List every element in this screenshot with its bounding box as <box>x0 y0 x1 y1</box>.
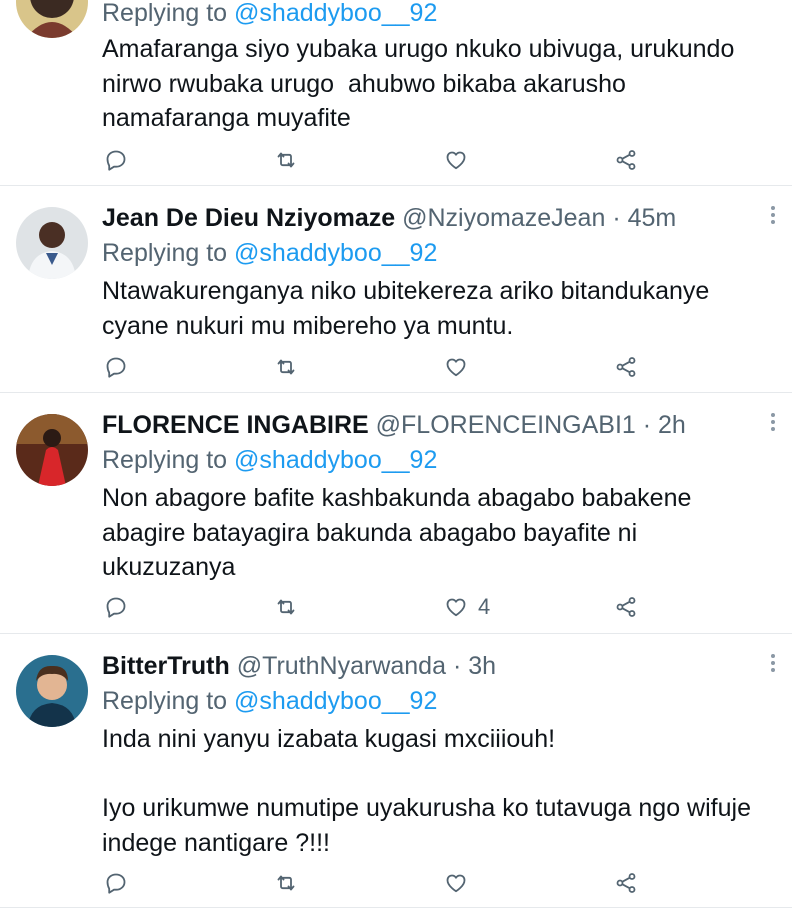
share-button[interactable] <box>614 593 638 621</box>
mention-link[interactable]: @shaddyboo__92 <box>234 239 437 267</box>
heart-icon <box>446 598 466 617</box>
replying-to: Replying to @shaddyboo__92 <box>102 0 438 27</box>
heart-icon <box>446 874 466 893</box>
mention-link[interactable]: @shaddyboo__92 <box>234 687 437 715</box>
display-name[interactable]: Jean De Dieu Nziyomaze <box>102 204 395 232</box>
like-count: 4 <box>478 594 491 619</box>
like-button[interactable] <box>444 353 478 381</box>
comment-icon <box>106 150 126 171</box>
tweet-text: Inda nini yanyu izabata kugasi mxciiiouh… <box>102 725 751 857</box>
user-handle[interactable]: @TruthNyarwanda <box>237 652 446 680</box>
share-icon <box>616 873 636 893</box>
share-button[interactable] <box>614 146 638 174</box>
tweet-header: BitterTruth @TruthNyarwanda · 3h <box>102 649 496 683</box>
tweet-text: Non abagore bafite kashbakunda abagabo b… <box>102 484 699 581</box>
tweet-actions <box>0 869 792 897</box>
separator-dot: · <box>642 411 652 439</box>
more-options-button[interactable] <box>766 410 780 440</box>
replying-to: Replying to @shaddyboo__92 <box>102 446 438 474</box>
retweet-icon <box>277 359 295 375</box>
share-icon <box>616 150 636 170</box>
tweet[interactable]: Jean De Dieu Nziyomaze @NziyomazeJean · … <box>0 185 792 393</box>
retweet-button[interactable] <box>274 869 298 897</box>
share-button[interactable] <box>614 869 638 897</box>
tweet-actions <box>0 146 792 174</box>
mention-link[interactable]: @shaddyboo__92 <box>234 0 437 27</box>
tweet-actions: 4 <box>0 593 792 621</box>
tweet-text: Amafaranga siyo yubaka urugo nkuko ubivu… <box>102 35 742 132</box>
tweet-text: Ntawakurenganya niko ubitekereza ariko b… <box>102 277 717 340</box>
more-options-button[interactable] <box>766 651 780 681</box>
user-handle[interactable]: @FLORENCEINGABI1 <box>376 411 636 439</box>
more-options-button[interactable] <box>766 203 780 233</box>
tweet[interactable]: BitterTruth @TruthNyarwanda · 3h Replyin… <box>0 633 792 908</box>
retweet-icon <box>277 875 295 891</box>
retweet-button[interactable] <box>274 593 298 621</box>
timestamp[interactable]: 2h <box>658 411 686 439</box>
like-button[interactable]: 4 <box>444 593 490 621</box>
retweet-button[interactable] <box>274 146 298 174</box>
tweet[interactable]: FLORENCE INGABIRE @FLORENCEINGABI1 · 2h … <box>0 392 792 634</box>
tweet-header: FLORENCE INGABIRE @FLORENCEINGABI1 · 2h <box>102 408 686 442</box>
display-name[interactable]: FLORENCE INGABIRE <box>102 411 369 439</box>
like-button[interactable] <box>444 869 478 897</box>
avatar[interactable] <box>16 0 88 38</box>
display-name[interactable]: BitterTruth <box>102 652 230 680</box>
heart-icon <box>446 151 466 170</box>
share-icon <box>616 597 636 617</box>
retweet-icon <box>277 599 295 615</box>
heart-icon <box>446 358 466 377</box>
replying-to: Replying to @shaddyboo__92 <box>102 239 438 267</box>
share-icon <box>616 357 636 377</box>
mention-link[interactable]: @shaddyboo__92 <box>234 446 437 474</box>
comment-icon <box>106 357 126 378</box>
timestamp[interactable]: 45m <box>628 204 677 232</box>
reply-button[interactable] <box>104 146 128 174</box>
tweet-actions <box>0 353 792 381</box>
reply-button[interactable] <box>104 593 128 621</box>
separator-dot: · <box>452 652 462 680</box>
avatar[interactable] <box>16 655 88 727</box>
reply-button[interactable] <box>104 869 128 897</box>
replying-to: Replying to @shaddyboo__92 <box>102 687 438 715</box>
user-handle[interactable]: @NziyomazeJean <box>402 204 605 232</box>
timestamp[interactable]: 3h <box>468 652 496 680</box>
retweet-button[interactable] <box>274 353 298 381</box>
tweet[interactable]: Replying to @shaddyboo__92 Amafaranga si… <box>0 0 792 186</box>
retweet-icon <box>277 152 295 168</box>
avatar[interactable] <box>16 207 88 279</box>
separator-dot: · <box>612 204 621 232</box>
comment-icon <box>106 597 126 618</box>
comment-icon <box>106 873 126 894</box>
share-button[interactable] <box>614 353 638 381</box>
reply-button[interactable] <box>104 353 128 381</box>
tweet-header: Jean De Dieu Nziyomaze @NziyomazeJean · … <box>102 201 676 235</box>
like-button[interactable] <box>444 146 478 174</box>
avatar[interactable] <box>16 414 88 486</box>
